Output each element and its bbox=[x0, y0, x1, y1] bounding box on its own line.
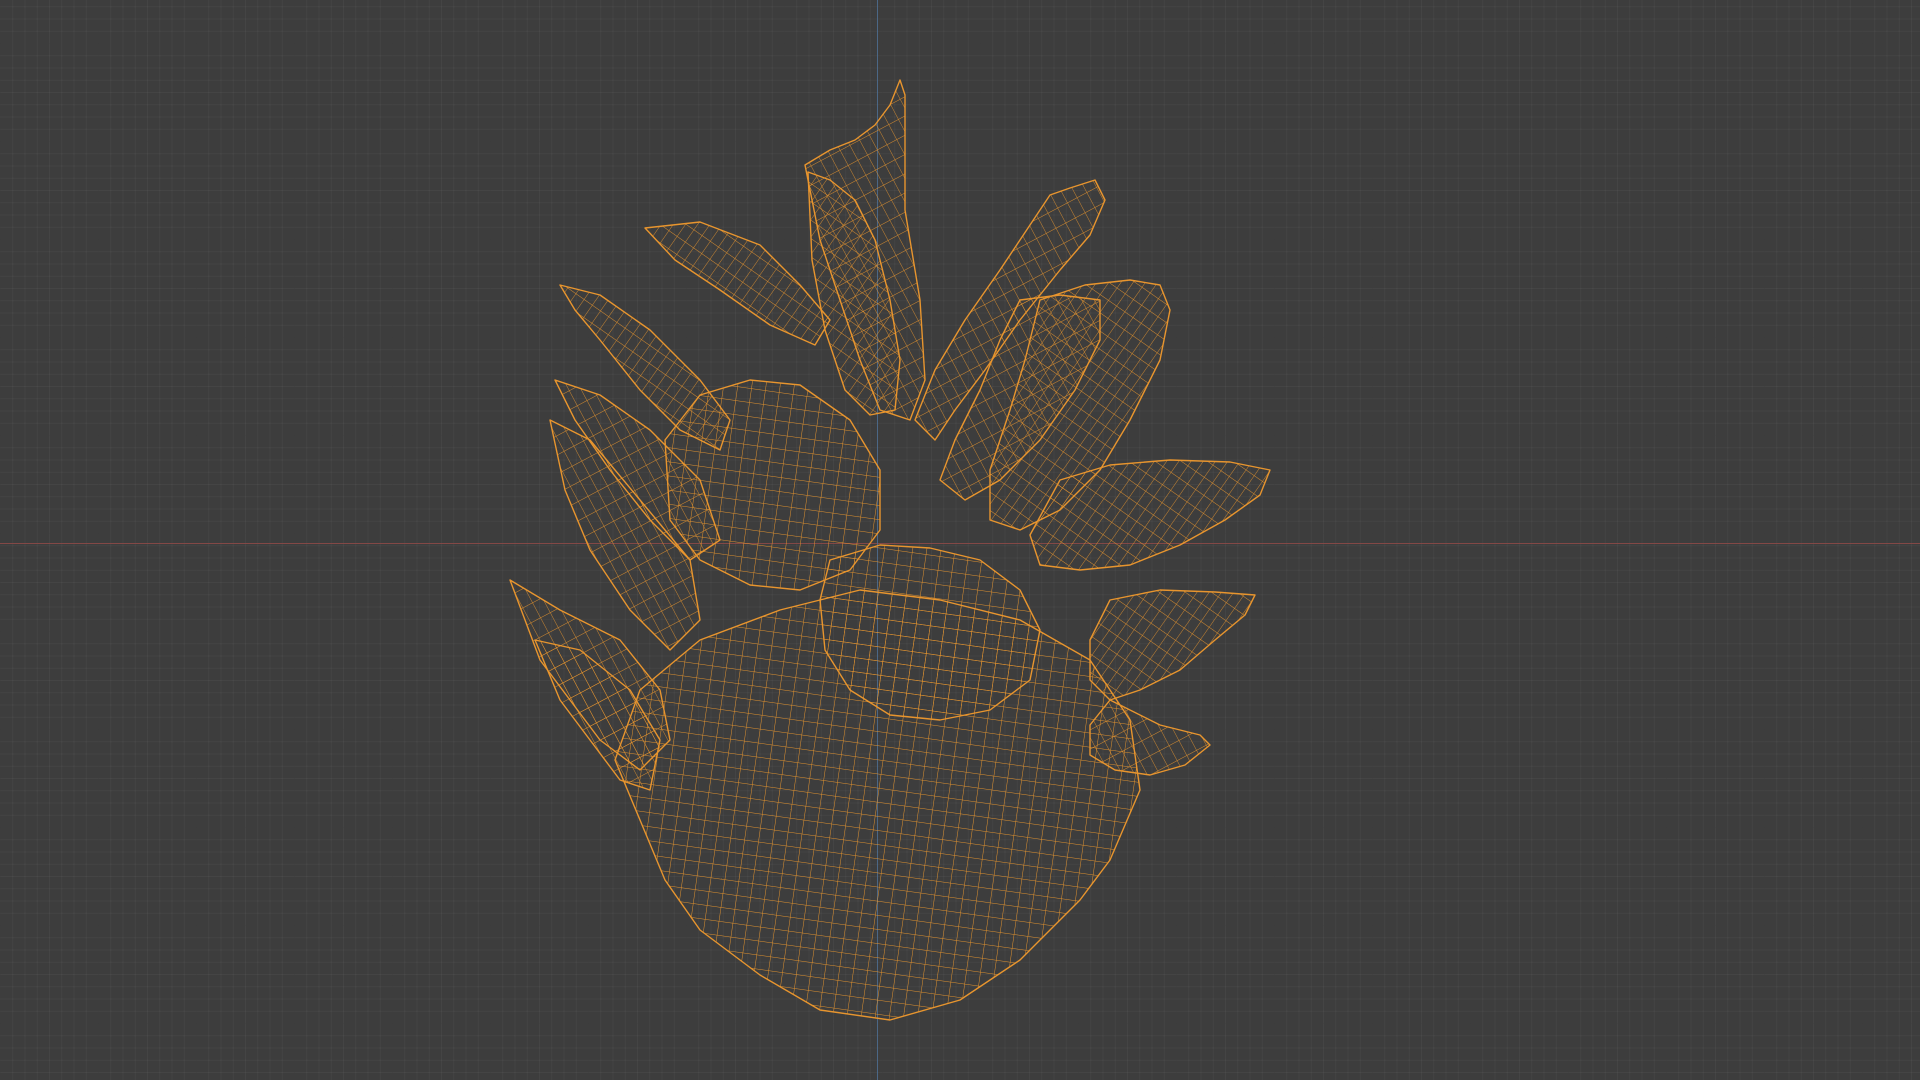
mesh-flare-right-2 bbox=[1089, 589, 1256, 701]
wireframe-mesh-object[interactable] bbox=[0, 0, 1920, 1080]
3d-viewport[interactable] bbox=[0, 0, 1920, 1080]
mesh-leaf-left-top bbox=[644, 221, 831, 346]
mesh-flare-right-3 bbox=[1089, 699, 1211, 776]
